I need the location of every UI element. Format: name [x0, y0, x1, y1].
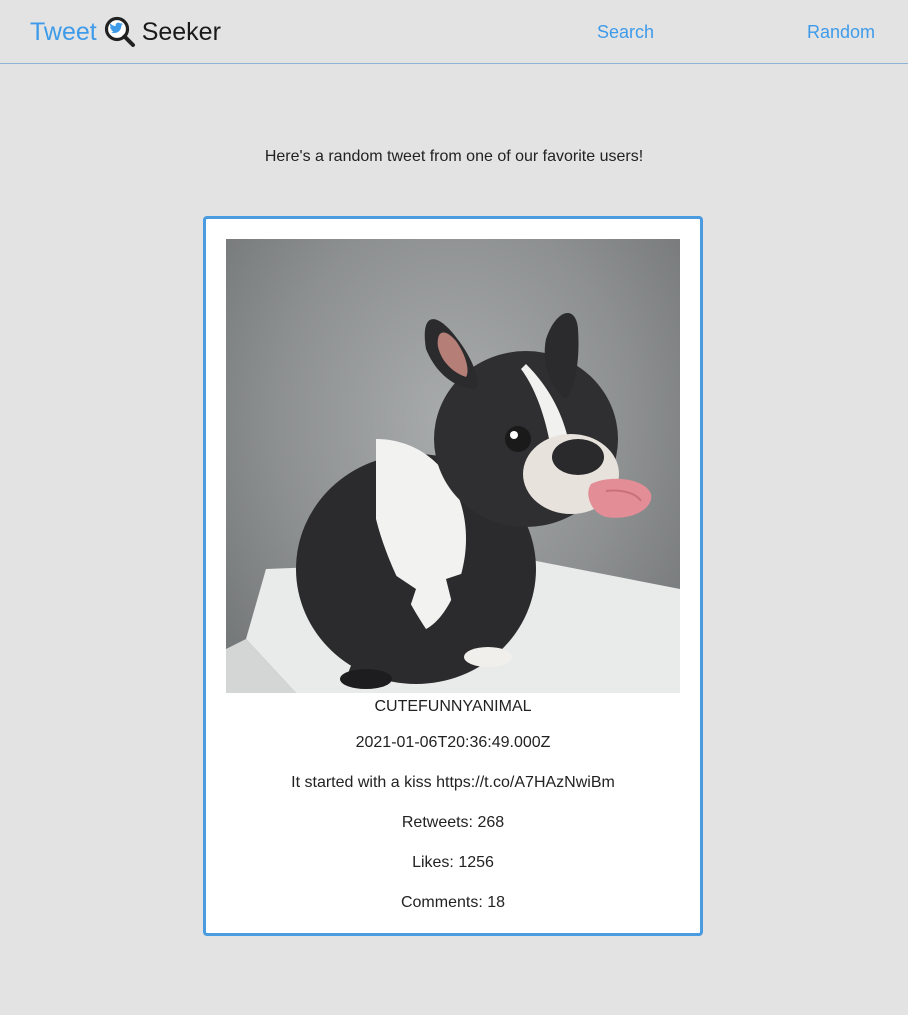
brand[interactable]: Tweet Seeker — [30, 14, 221, 50]
nav-search-link[interactable]: Search — [597, 20, 654, 44]
tweet-retweets: Retweets: 268 — [401, 814, 505, 831]
tweet-comments: Comments: 18 — [400, 894, 506, 911]
navbar: Tweet Seeker Search Random — [0, 0, 908, 64]
intro-text: Here's a random tweet from one of our fa… — [264, 148, 644, 165]
tweet-card: CUTEFUNNYANIMAL 2021-01-06T20:36:49.000Z… — [203, 216, 703, 936]
magnifier-bird-icon — [104, 16, 135, 47]
brand-seeker-text: Seeker — [141, 18, 221, 46]
french-bulldog-photo — [226, 312, 680, 693]
tweet-image — [226, 239, 680, 693]
nav-random-link[interactable]: Random — [807, 20, 875, 44]
tweet-text: It started with a kiss https://t.co/A7HA… — [291, 774, 615, 791]
tweet-timestamp: 2021-01-06T20:36:49.000Z — [355, 734, 551, 751]
tweet-username: CUTEFUNNYANIMAL — [374, 698, 532, 715]
brand-tweet-text: Tweet — [30, 18, 97, 46]
tweet-likes: Likes: 1256 — [412, 854, 494, 871]
